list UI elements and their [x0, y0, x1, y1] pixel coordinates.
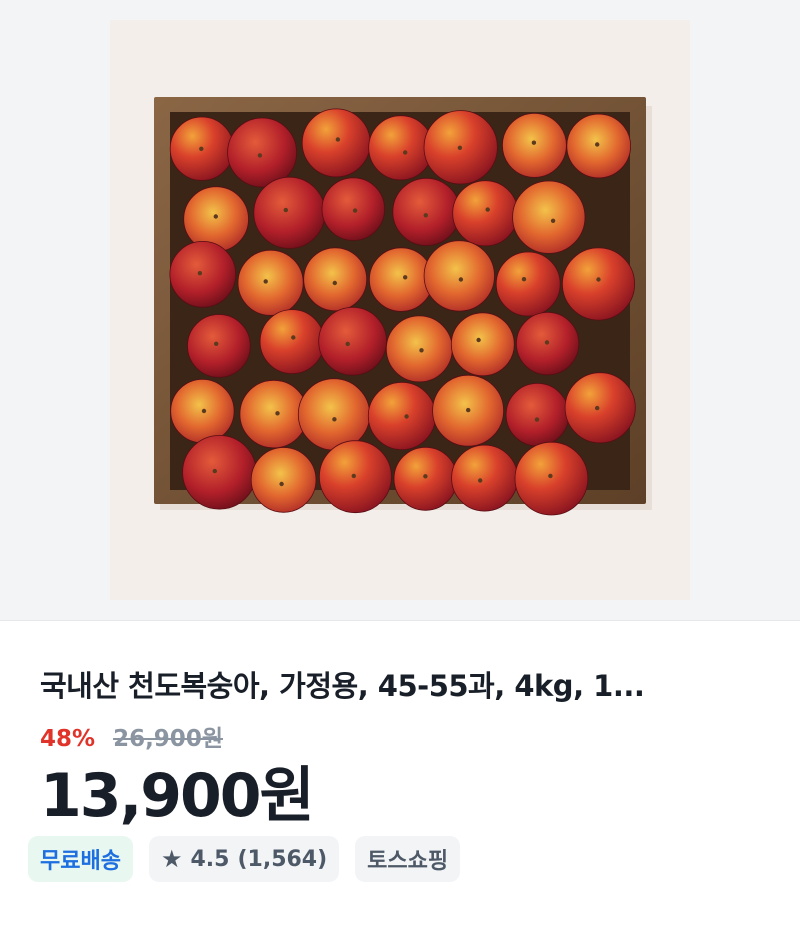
rating-count: (1,564)	[237, 846, 328, 872]
product-image[interactable]	[110, 20, 690, 600]
product-title[interactable]: 국내산 천도복숭아, 가정용, 45-55과, 4kg, 1...	[40, 663, 750, 705]
sale-price: 13,900원	[40, 761, 315, 831]
discount-rate: 48%	[40, 726, 96, 752]
original-price: 26,900원	[113, 726, 223, 752]
rating-value: 4.5	[190, 846, 230, 872]
nectarine-box-illustration	[154, 97, 652, 516]
star-icon: ★	[160, 845, 183, 873]
product-info: 국내산 천도복숭아, 가정용, 45-55과, 4kg, 1... 48% 26…	[0, 663, 800, 882]
rating-badge: ★ 4.5 (1,564)	[148, 836, 340, 882]
seller-badge[interactable]: 토스쇼핑	[355, 836, 461, 882]
badge-row: 무료배송 ★ 4.5 (1,564) 토스쇼핑	[28, 836, 760, 882]
free-shipping-badge: 무료배송	[28, 836, 133, 882]
product-image-area[interactable]	[0, 0, 800, 621]
price-line: 48% 26,900원	[40, 719, 760, 753]
